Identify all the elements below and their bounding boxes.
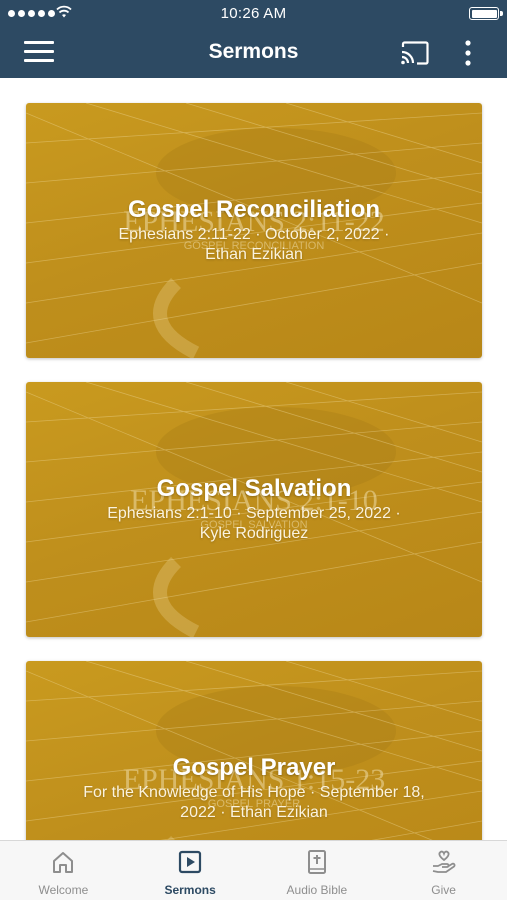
tab-sermons[interactable]: Sermons xyxy=(127,841,254,900)
play-icon xyxy=(179,850,202,874)
status-time: 10:26 AM xyxy=(220,5,287,22)
sermon-speaker: 2022 · Ethan Ezikian xyxy=(180,804,328,821)
sermon-card[interactable]: EPHESIANS 2:1-10 GOSPEL SALVATION Gospel… xyxy=(26,382,482,637)
sermon-meta: Ephesians 2:1-10 · September 25, 2022 · xyxy=(107,505,401,522)
sermon-title: Gospel Salvation xyxy=(156,475,352,502)
tab-give[interactable]: Give xyxy=(380,841,507,900)
sermon-list[interactable]: EPHESIANS 2:11-22 GOSPEL RECONCILIATION … xyxy=(0,78,507,840)
tab-label: Give xyxy=(431,883,456,897)
sermon-title: Gospel Prayer xyxy=(172,754,336,781)
sermon-card[interactable]: EPHESIANS 1:15-23 GOSPEL PRAYER Gospel P… xyxy=(26,661,482,840)
sermon-title: Gospel Reconciliation xyxy=(127,196,381,223)
tab-label: Sermons xyxy=(164,883,216,897)
tab-label: Audio Bible xyxy=(286,883,348,897)
cast-icon[interactable] xyxy=(400,40,430,66)
tab-bar: Welcome Sermons Audio Bible Give xyxy=(0,840,507,900)
tab-label: Welcome xyxy=(38,883,89,897)
tab-audio-bible[interactable]: Audio Bible xyxy=(254,841,381,900)
status-bar: 10:26 AM xyxy=(0,0,507,28)
home-icon xyxy=(53,852,74,873)
sermon-meta: For the Knowledge of His Hope · Septembe… xyxy=(83,784,425,801)
sermon-meta: Ephesians 2:11-22 · October 2, 2022 · xyxy=(118,226,390,243)
bible-icon xyxy=(307,850,326,874)
more-options-icon[interactable] xyxy=(458,39,478,69)
navigation-bar: Sermons xyxy=(0,28,507,78)
give-icon xyxy=(432,850,456,873)
battery-icon xyxy=(469,7,503,20)
sermon-speaker: Kyle Rodriguez xyxy=(199,525,309,542)
hamburger-menu-icon[interactable] xyxy=(24,41,54,65)
sermon-speaker: Ethan Ezikian xyxy=(205,246,303,263)
page-title: Sermons xyxy=(208,40,299,63)
tab-welcome[interactable]: Welcome xyxy=(0,841,127,900)
sermon-card[interactable]: EPHESIANS 2:11-22 GOSPEL RECONCILIATION … xyxy=(26,103,482,358)
